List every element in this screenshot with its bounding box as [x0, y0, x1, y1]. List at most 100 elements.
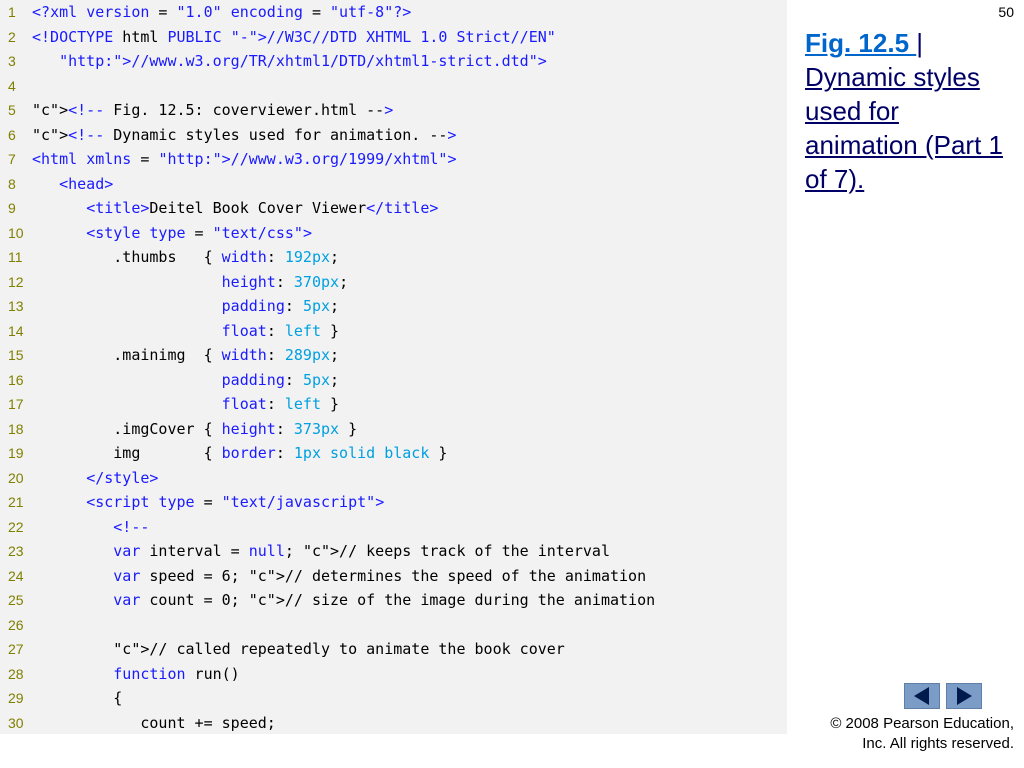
line-number: 1 — [8, 4, 16, 20]
code-line: 29 { — [0, 686, 122, 711]
copyright-line-2: Inc. All rights reserved. — [862, 735, 1014, 752]
code-line: 14 float: left } — [0, 319, 339, 344]
line-number: 15 — [8, 347, 24, 363]
slide-number: 50 — [998, 4, 1014, 20]
line-number: 23 — [8, 543, 24, 559]
code-line: 22 <!-- — [0, 515, 149, 540]
code-line: 27 "c">// called repeatedly to animate t… — [0, 637, 565, 662]
line-number: 16 — [8, 371, 24, 388]
line-number: 10 — [8, 224, 24, 241]
code-line: 24 var speed = 6; "c">// determines the … — [0, 564, 646, 589]
code-text: "c"><!-- Dynamic styles used for animati… — [32, 125, 457, 144]
next-arrow-icon — [957, 687, 972, 705]
code-text: <script type = "text/javascript"> — [86, 493, 385, 511]
code-text: function run() — [113, 664, 240, 683]
code-line: 3 "http:">//www.w3.org/TR/xhtml1/DTD/xht… — [0, 49, 547, 74]
code-text: "c"><!-- Fig. 12.5: coverviewer.html --> — [32, 101, 394, 119]
code-text: var count = 0; "c">// size of the image … — [113, 591, 656, 609]
line-number: 22 — [8, 518, 24, 535]
code-line: 6 "c"><!-- Dynamic styles used for animat… — [0, 123, 456, 148]
code-text: </style> — [86, 468, 159, 487]
code-text: <style type = "text/css"> — [86, 223, 312, 242]
code-line: 11 .thumbs { width: 192px; — [0, 245, 339, 270]
code-text: float: left } — [221, 321, 340, 340]
line-number: 30 — [8, 714, 24, 731]
code-text: <html xmlns = "http:">//www.w3.org/1999/… — [32, 150, 457, 168]
line-number: 24 — [8, 567, 24, 584]
line-number: 9 — [8, 200, 16, 216]
code-line: 16 padding: 5px; — [0, 368, 339, 393]
code-text: <!DOCTYPE html PUBLIC "-">//W3C//DTD XHT… — [32, 27, 556, 46]
code-text: count += speed; — [32, 713, 276, 732]
code-line: 30 count += speed; — [0, 711, 276, 736]
code-listing: 1 <?xml version = "1.0" encoding = "utf-8… — [0, 0, 787, 734]
code-line: 18 .imgCover { height: 373px } — [0, 417, 357, 442]
code-text: <!-- — [113, 517, 150, 536]
code-line: 15 .mainimg { width: 289px; — [0, 343, 339, 368]
code-line: 10 <style type = "text/css"> — [0, 221, 312, 246]
code-line: 21 <script type = "text/javascript"> — [0, 490, 384, 515]
line-number: 12 — [8, 273, 24, 290]
line-number: 8 — [8, 175, 16, 192]
code-line: 13 padding: 5px; — [0, 294, 339, 319]
line-number: 17 — [8, 396, 24, 412]
code-line: 5 "c"><!-- Fig. 12.5: coverviewer.html --… — [0, 98, 393, 123]
code-text: padding: 5px; — [221, 297, 340, 315]
code-text: { — [32, 689, 123, 707]
next-slide-button[interactable] — [946, 683, 982, 709]
code-text: .imgCover { height: 373px } — [32, 419, 358, 438]
line-number: 20 — [8, 469, 24, 486]
code-line: 19 img { border: 1px solid black } — [0, 441, 447, 466]
copyright-line-1: © 2008 Pearson Education, — [830, 715, 1014, 732]
line-number: 11 — [8, 249, 23, 265]
figure-link[interactable]: Fig. 12.5 — [805, 28, 916, 58]
line-number: 28 — [8, 665, 24, 682]
code-line: 20 </style> — [0, 466, 158, 491]
line-number: 13 — [8, 298, 24, 314]
slide-navigation — [904, 683, 988, 709]
code-line: 28 function run() — [0, 662, 240, 687]
code-line: 12 height: 370px; — [0, 270, 348, 295]
figure-description: Dynamic styles used for animation (Part … — [805, 62, 1003, 194]
line-number: 2 — [8, 28, 16, 45]
code-line: 25 var count = 0; "c">// size of the ima… — [0, 588, 655, 613]
line-number: 18 — [8, 420, 24, 437]
code-line: 8 <head> — [0, 172, 113, 197]
code-text: <title>Deitel Book Cover Viewer</title> — [86, 199, 439, 217]
previous-arrow-icon — [914, 687, 929, 705]
previous-slide-button[interactable] — [904, 683, 940, 709]
line-number: 7 — [8, 151, 16, 167]
code-text: float: left } — [221, 395, 340, 413]
line-number: 3 — [8, 53, 16, 69]
line-number: 5 — [8, 102, 16, 118]
line-number: 19 — [8, 445, 24, 461]
code-line: 9 <title>Deitel Book Cover Viewer</title… — [0, 196, 438, 221]
figure-caption: Fig. 12.5 | Dynamic styles used for anim… — [805, 26, 1015, 196]
code-text: .thumbs { width: 192px; — [32, 248, 340, 266]
code-text: .mainimg { width: 289px; — [32, 346, 340, 364]
code-text: var interval = null; "c">// keeps track … — [113, 542, 610, 560]
code-line: 17 float: left } — [0, 392, 339, 417]
code-line: 1 <?xml version = "1.0" encoding = "utf-8… — [0, 0, 411, 25]
code-text: <head> — [59, 174, 114, 193]
line-number: 4 — [8, 77, 16, 94]
line-number: 26 — [8, 616, 24, 633]
line-number: 6 — [8, 126, 16, 143]
code-text: "c">// called repeatedly to animate the … — [113, 640, 565, 658]
code-text: <?xml version = "1.0" encoding = "utf-8"… — [32, 3, 412, 21]
code-text: var speed = 6; "c">// determines the spe… — [113, 566, 647, 585]
code-line: 4 — [0, 74, 32, 99]
code-line: 23 var interval = null; "c">// keeps tra… — [0, 539, 610, 564]
line-number: 21 — [8, 494, 24, 510]
code-text: "http:">//www.w3.org/TR/xhtml1/DTD/xhtml… — [59, 52, 547, 70]
code-text: img { border: 1px solid black } — [32, 444, 448, 462]
line-number: 27 — [8, 641, 24, 657]
line-number: 25 — [8, 592, 24, 608]
code-line: 26 — [0, 613, 32, 638]
code-line: 7 <html xmlns = "http:">//www.w3.org/1999… — [0, 147, 456, 172]
line-number: 14 — [8, 322, 24, 339]
line-number: 29 — [8, 690, 24, 706]
caption-separator: | — [916, 28, 924, 58]
code-text: padding: 5px; — [221, 370, 340, 389]
copyright-notice: © 2008 Pearson Education, Inc. All right… — [784, 714, 1014, 754]
